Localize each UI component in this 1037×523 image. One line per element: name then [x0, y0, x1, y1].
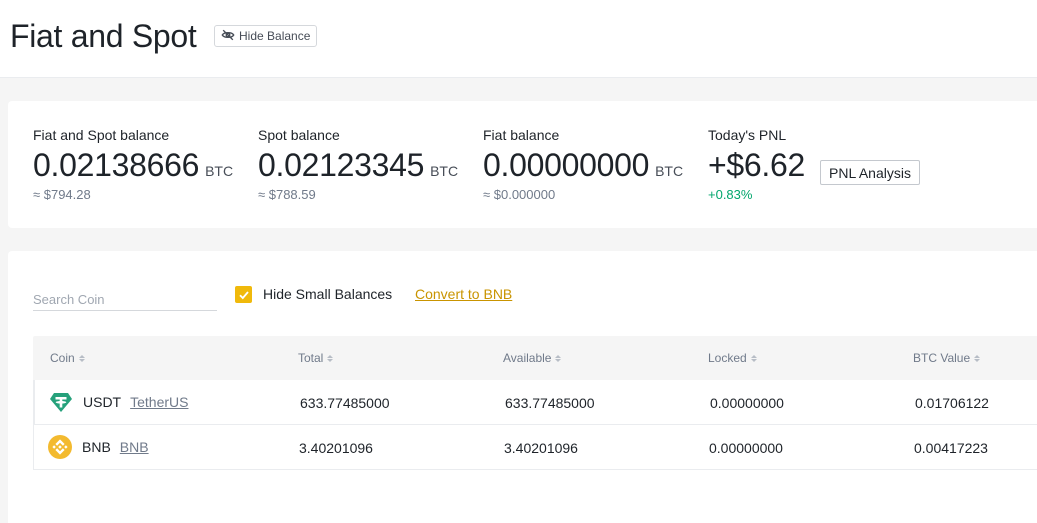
- table-header: Coin Total Available Locked BTC Value: [33, 336, 1037, 380]
- sort-icon: [78, 354, 85, 362]
- fiat-spot-balance-label: Fiat and Spot balance: [33, 127, 170, 143]
- fiat-balance-usd: ≈ $0.000000: [483, 187, 556, 202]
- available-cell: 3.40201096: [504, 440, 578, 456]
- page-header: Fiat and Spot Hide Balance: [0, 0, 1037, 78]
- coin-name-link[interactable]: BNB: [120, 439, 149, 455]
- spot-balance-value: 0.02123345 BTC: [258, 147, 459, 183]
- bnb-icon: [48, 435, 72, 459]
- fiat-balance-value: 0.00000000 BTC: [483, 147, 684, 183]
- todays-pnl-percent: +0.83%: [708, 187, 753, 202]
- btc-value-cell: 0.01706122: [915, 395, 989, 411]
- hide-small-balances-label[interactable]: Hide Small Balances: [263, 286, 392, 302]
- spot-balance-label: Spot balance: [258, 127, 340, 143]
- eye-slash-icon: [221, 28, 235, 45]
- page-title: Fiat and Spot: [10, 18, 197, 54]
- available-cell: 633.77485000: [505, 395, 595, 411]
- column-header-locked[interactable]: Locked: [708, 351, 757, 365]
- todays-pnl-value: +$6.62: [708, 147, 805, 183]
- usdt-icon: [49, 390, 73, 414]
- locked-cell: 0.00000000: [710, 395, 784, 411]
- table-row: BNB BNB 3.40201096 3.40201096 0.00000000…: [34, 425, 1037, 470]
- fiat-spot-balance-usd: ≈ $794.28: [33, 187, 91, 202]
- table-row: USDT TetherUS 633.77485000 633.77485000 …: [34, 380, 1037, 425]
- search-coin-input[interactable]: [33, 285, 217, 311]
- coin-cell: USDT TetherUS: [49, 390, 188, 414]
- assets-card: Hide Small Balances Convert to BNB Coin …: [8, 251, 1037, 523]
- balance-summary-card: Fiat and Spot balance 0.02138666 BTC ≈ $…: [8, 101, 1037, 228]
- coin-symbol: USDT: [83, 394, 122, 410]
- btc-value-cell: 0.00417223: [914, 440, 988, 456]
- sort-icon: [750, 354, 757, 362]
- total-cell: 3.40201096: [299, 440, 373, 456]
- coin-symbol: BNB: [82, 439, 111, 455]
- checkmark-icon: [238, 290, 249, 299]
- hide-balance-label: Hide Balance: [239, 29, 311, 43]
- fiat-spot-balance-value: 0.02138666 BTC: [33, 147, 234, 183]
- todays-pnl-label: Today's PNL: [708, 127, 787, 143]
- spot-balance-usd: ≈ $788.59: [258, 187, 316, 202]
- total-cell: 633.77485000: [300, 395, 390, 411]
- coin-name-link[interactable]: TetherUS: [130, 394, 188, 410]
- column-header-available[interactable]: Available: [503, 351, 562, 365]
- sort-icon: [555, 354, 562, 362]
- hide-small-balances-checkbox[interactable]: [235, 286, 252, 303]
- column-header-btc-value[interactable]: BTC Value: [913, 351, 981, 365]
- fiat-balance-label: Fiat balance: [483, 127, 560, 143]
- sort-icon: [974, 354, 981, 362]
- table-body: USDT TetherUS 633.77485000 633.77485000 …: [33, 380, 1037, 470]
- pnl-analysis-button[interactable]: PNL Analysis: [820, 160, 920, 185]
- sort-icon: [327, 354, 334, 362]
- convert-to-bnb-link[interactable]: Convert to BNB: [415, 286, 512, 302]
- assets-table: Coin Total Available Locked BTC Value US…: [33, 336, 1037, 470]
- column-header-total[interactable]: Total: [298, 351, 334, 365]
- coin-cell: BNB BNB: [48, 435, 149, 459]
- hide-balance-button[interactable]: Hide Balance: [214, 25, 318, 47]
- locked-cell: 0.00000000: [709, 440, 783, 456]
- column-header-coin[interactable]: Coin: [50, 351, 85, 365]
